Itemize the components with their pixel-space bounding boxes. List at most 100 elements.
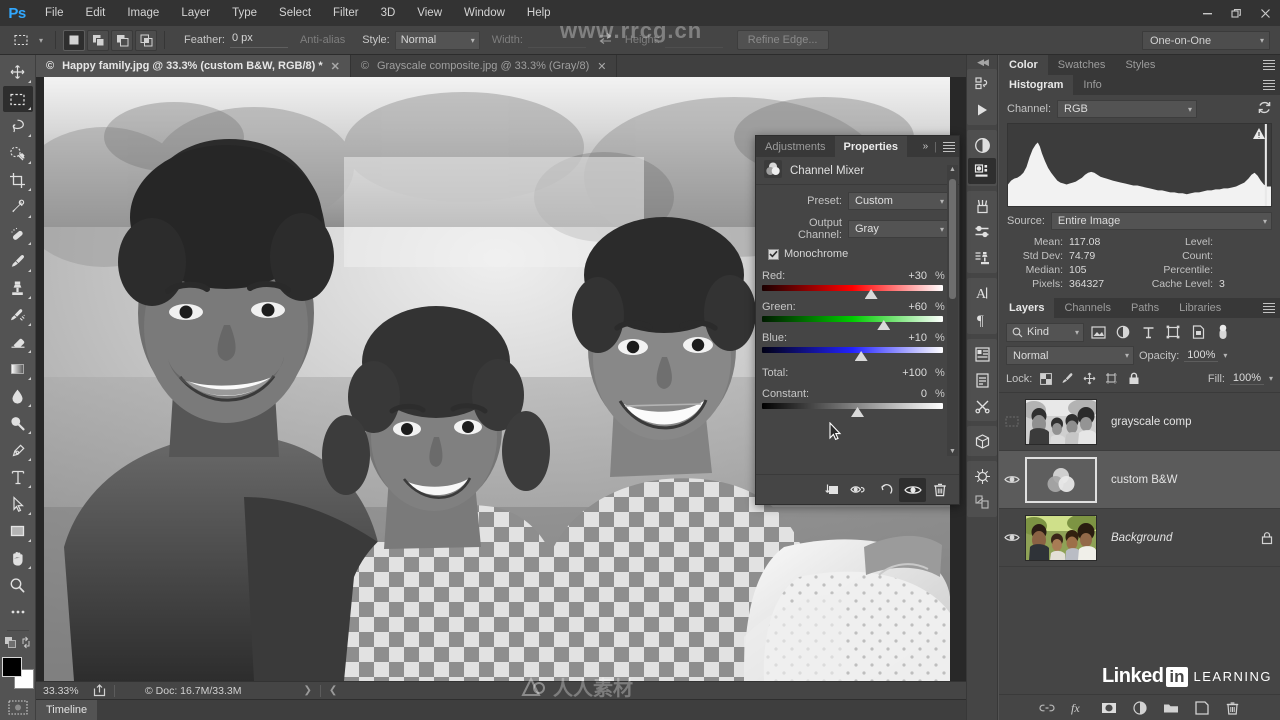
monochrome-row[interactable]: Monochrome — [768, 248, 949, 260]
link-layers-icon[interactable] — [1038, 699, 1056, 717]
opacity-value[interactable]: 100% — [1184, 349, 1219, 362]
style-select[interactable]: Normal ▾ — [394, 30, 480, 50]
properties-scrollbar[interactable]: ▲ ▼ — [947, 165, 958, 456]
blend-mode-select[interactable]: Normal ▾ — [1006, 346, 1134, 365]
blue-slider-handle[interactable] — [854, 351, 868, 361]
edit-toolbar-tool[interactable] — [3, 599, 33, 625]
table-row[interactable]: custom B&W — [999, 451, 1280, 509]
eyedropper-tool[interactable] — [3, 194, 33, 220]
swap-dimensions-icon[interactable] — [598, 32, 613, 48]
menu-filter[interactable]: Filter — [322, 0, 370, 26]
constant-value[interactable]: 0 — [834, 388, 935, 400]
adjustment-layer-icon[interactable] — [1131, 699, 1149, 717]
foreground-background-colors[interactable] — [1, 657, 34, 689]
actions-play-icon[interactable] — [968, 97, 996, 123]
tab-channels[interactable]: Channels — [1054, 298, 1120, 318]
blue-value[interactable]: +10 — [834, 332, 935, 344]
tab-color[interactable]: Color — [999, 55, 1048, 75]
layer-name[interactable]: Background — [1097, 532, 1254, 544]
subtract-from-selection-button[interactable] — [111, 29, 133, 51]
blur-tool[interactable] — [3, 383, 33, 409]
lasso-tool[interactable] — [3, 113, 33, 139]
clone-source-icon[interactable] — [968, 245, 996, 271]
status-collapse-icon[interactable]: ❮ — [325, 685, 341, 696]
refine-edge-button[interactable]: Refine Edge... — [736, 30, 829, 50]
menu-help[interactable]: Help — [516, 0, 562, 26]
chevron-down-icon[interactable]: ▾ — [1223, 351, 1227, 360]
layer-filter-kind-select[interactable]: Kind ▾ — [1006, 322, 1084, 342]
height-input[interactable] — [664, 32, 723, 48]
character-styles-icon[interactable] — [968, 341, 996, 367]
character-icon[interactable]: A — [968, 280, 996, 306]
tool-preset-chevron-icon[interactable]: ▾ — [34, 29, 48, 51]
tab-properties[interactable]: Properties — [834, 136, 907, 157]
monochrome-checkbox[interactable] — [768, 248, 779, 260]
menu-type[interactable]: Type — [221, 0, 268, 26]
menu-view[interactable]: View — [406, 0, 453, 26]
filter-adjustment-layers-icon[interactable] — [1112, 322, 1134, 342]
menu-3d[interactable]: 3D — [370, 0, 407, 26]
delete-layer-icon[interactable] — [1224, 699, 1242, 717]
type-tool[interactable] — [3, 464, 33, 490]
tab-timeline[interactable]: Timeline — [36, 699, 98, 720]
layer-visibility-toggle[interactable] — [999, 532, 1025, 543]
tab-libraries[interactable]: Libraries — [1169, 298, 1231, 318]
table-row[interactable]: grayscale comp — [999, 393, 1280, 451]
lock-artboard-nesting-icon[interactable] — [1103, 370, 1120, 387]
layer-thumbnail[interactable] — [1025, 456, 1097, 503]
menu-window[interactable]: Window — [453, 0, 516, 26]
constant-slider-track[interactable] — [762, 403, 943, 417]
channel-select[interactable]: RGB ▾ — [1057, 100, 1198, 118]
paragraph-styles-icon[interactable] — [968, 367, 996, 393]
document-size-info[interactable]: © Doc: 16.7M/33.3M — [119, 685, 241, 697]
lock-image-pixels-icon[interactable] — [1059, 370, 1076, 387]
document-tab-grayscale-composite[interactable]: © Grayscale composite.jpg @ 33.3% (Gray/… — [350, 55, 618, 77]
collapse-panels-icon[interactable]: ◀◀ — [966, 55, 998, 69]
lock-all-icon[interactable] — [1125, 370, 1142, 387]
3d-icon[interactable] — [968, 428, 996, 454]
notes-icon[interactable] — [968, 489, 996, 515]
layer-thumbnail[interactable] — [1025, 398, 1097, 445]
scroll-down-icon[interactable]: ▼ — [949, 448, 956, 455]
antialias-label[interactable]: Anti-alias — [300, 34, 345, 46]
new-selection-button[interactable] — [63, 29, 85, 51]
hand-tool[interactable] — [3, 545, 33, 571]
menu-select[interactable]: Select — [268, 0, 322, 26]
filter-shape-layers-icon[interactable] — [1162, 322, 1184, 342]
add-to-selection-button[interactable] — [87, 29, 109, 51]
lock-position-icon[interactable] — [1081, 370, 1098, 387]
document-tab-happy-family[interactable]: © Happy family.jpg @ 33.3% (custom B&W, … — [36, 55, 351, 77]
preset-select[interactable]: Custom ▾ — [848, 192, 949, 210]
minimize-icon[interactable] — [1193, 0, 1222, 26]
new-layer-icon[interactable] — [1193, 699, 1211, 717]
history-brush-tool[interactable] — [3, 302, 33, 328]
workspace-select[interactable]: One-on-One ▾ — [1142, 31, 1270, 50]
source-select[interactable]: Entire Image ▾ — [1050, 212, 1272, 230]
paragraph-icon[interactable]: ¶ — [968, 306, 996, 332]
dodge-tool[interactable] — [3, 410, 33, 436]
menu-layer[interactable]: Layer — [170, 0, 221, 26]
menu-image[interactable]: Image — [116, 0, 170, 26]
gradient-tool[interactable] — [3, 356, 33, 382]
tab-histogram[interactable]: Histogram — [999, 75, 1074, 95]
close-icon[interactable]: ✕ — [331, 60, 340, 73]
menu-edit[interactable]: Edit — [75, 0, 117, 26]
foreground-color-swatch[interactable] — [1, 657, 22, 677]
history-icon[interactable] — [968, 71, 996, 97]
brush-tool[interactable] — [3, 248, 33, 274]
lock-transparent-pixels-icon[interactable] — [1037, 370, 1054, 387]
new-group-icon[interactable] — [1162, 699, 1180, 717]
close-icon[interactable] — [1251, 0, 1280, 26]
tab-paths[interactable]: Paths — [1121, 298, 1169, 318]
filter-smart-objects-icon[interactable] — [1187, 322, 1209, 342]
menu-file[interactable]: File — [34, 0, 75, 26]
output-channel-select[interactable]: Gray ▾ — [848, 220, 949, 238]
quick-selection-tool[interactable] — [3, 140, 33, 166]
zoom-level[interactable]: 33.33% — [36, 685, 88, 697]
adjustments-icon[interactable] — [968, 132, 996, 158]
green-value[interactable]: +60 — [834, 301, 935, 313]
spot-healing-brush-tool[interactable] — [3, 221, 33, 247]
tab-adjustments[interactable]: Adjustments — [756, 136, 835, 157]
restore-icon[interactable] — [1222, 0, 1251, 26]
move-tool[interactable] — [3, 59, 33, 85]
